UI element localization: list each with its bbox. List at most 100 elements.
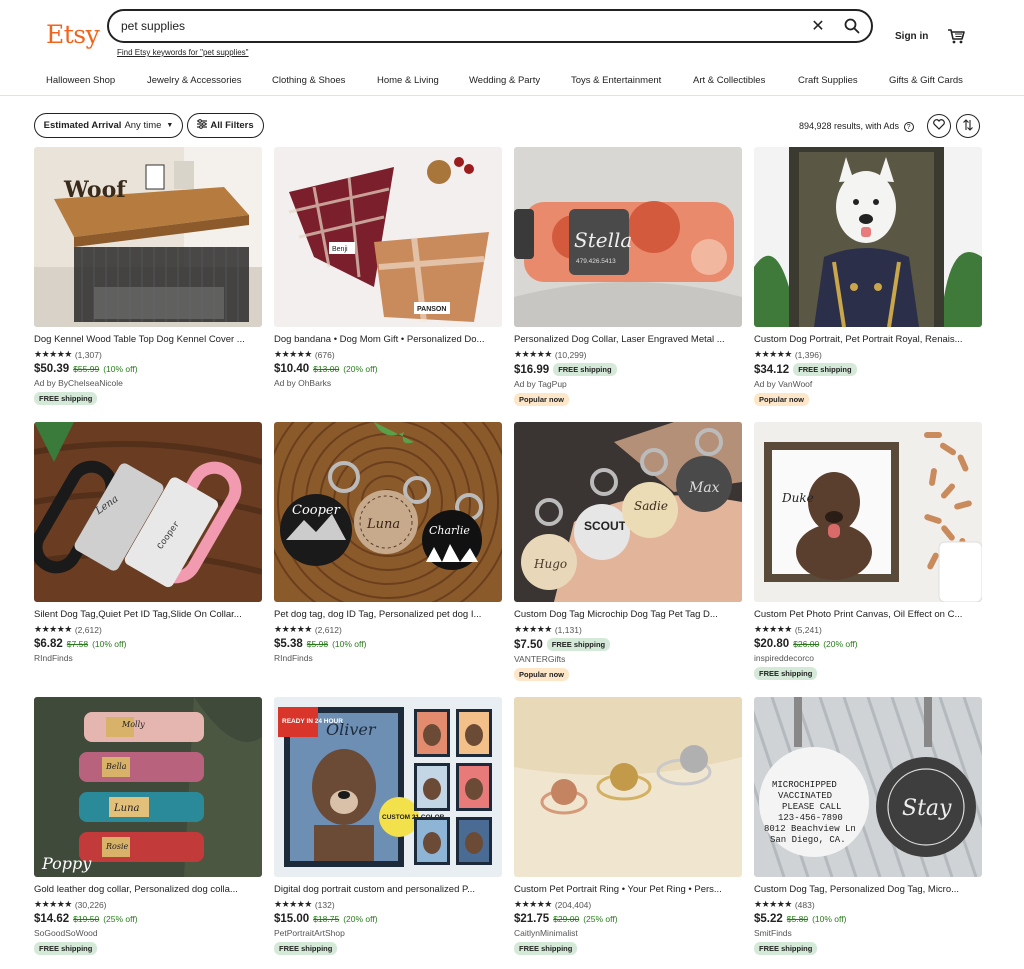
seller-name[interactable]: SmitFinds xyxy=(754,928,982,938)
estimated-arrival-button[interactable]: Estimated Arrival Any time ▼ xyxy=(34,113,183,138)
listing-card[interactable]: Hugo SCOUT Sadie Max Custom Dog Tag Microch… xyxy=(514,422,742,681)
svg-text:PLEASE CALL: PLEASE CALL xyxy=(782,802,841,812)
listing-image[interactable]: Cooper Luna Charlie xyxy=(274,422,502,602)
listing-image[interactable]: Hugo SCOUT Sadie Max xyxy=(514,422,742,602)
keyword-suggest-link[interactable]: Find Etsy keywords for "pet supplies" xyxy=(117,48,249,57)
listing-price: $34.12 xyxy=(754,363,790,376)
listing-card[interactable]: Woof Dog Kennel Wood Table Top Dog Kenne… xyxy=(34,147,262,405)
listing-image[interactable]: Molly Bella Luna Rosie Poppy xyxy=(34,697,262,877)
star-rating-icon: ★★★★★ xyxy=(514,899,552,909)
nav-clothing[interactable]: Clothing & Shoes xyxy=(272,75,345,86)
original-price: $13.00 xyxy=(313,364,340,374)
listing-card[interactable]: Custom Dog Portrait, Pet Portrait Royal,… xyxy=(754,147,982,406)
badge-line: FREE shipping xyxy=(34,392,262,405)
listing-image[interactable]: Duke xyxy=(754,422,982,602)
nav-art[interactable]: Art & Collectibles xyxy=(693,75,765,86)
search-input[interactable] xyxy=(121,19,803,33)
results-count: 894,928 results, with Ads ? xyxy=(799,121,914,132)
listing-image[interactable]: MICROCHIPPED VACCINATED PLEASE CALL 123-456… xyxy=(754,697,982,877)
nav-craft[interactable]: Craft Supplies xyxy=(798,75,858,86)
star-rating-icon: ★★★★★ xyxy=(34,624,72,634)
seller-name[interactable]: VANTERGifts xyxy=(514,654,742,664)
all-filters-button[interactable]: All Filters xyxy=(187,113,264,138)
nav-gifts[interactable]: Gifts & Gift Cards xyxy=(889,75,963,86)
review-count: (1,131) xyxy=(554,624,582,635)
seller-name[interactable]: SoGoodSoWood xyxy=(34,928,262,938)
etsy-logo[interactable]: Etsy xyxy=(46,20,100,49)
listing-title[interactable]: Digital dog portrait custom and personal… xyxy=(274,884,502,895)
listing-title[interactable]: Gold leather dog collar, Personalized do… xyxy=(34,884,262,895)
badge-line xyxy=(274,392,502,404)
star-rating-icon: ★★★★★ xyxy=(754,349,792,359)
nav-home-living[interactable]: Home & Living xyxy=(377,75,439,86)
nav-jewelry[interactable]: Jewelry & Accessories xyxy=(147,75,242,86)
listing-card[interactable]: Stella 479.426.5413 Personalized Dog Coll… xyxy=(514,147,742,406)
seller-name[interactable]: inspireddecorco xyxy=(754,653,982,663)
original-price: $55.99 xyxy=(73,364,100,374)
listing-image[interactable]: Oliver READY IN 24 HOUR CUSTOM 21 COLOR xyxy=(274,697,502,877)
discount-percent: (20% off) xyxy=(343,364,378,374)
listing-title[interactable]: Pet dog tag, dog ID Tag, Personalized pe… xyxy=(274,609,502,620)
seller-name[interactable]: Ad by ByChelseaNicole xyxy=(34,378,262,388)
listing-card[interactable]: MICROCHIPPED VACCINATED PLEASE CALL 123-456… xyxy=(754,697,982,955)
listing-card[interactable]: Benji PANSON Dog bandana • Dog Mom Gift •… xyxy=(274,147,502,404)
nav-halloween-shop[interactable]: Halloween Shop xyxy=(46,75,115,86)
sort-button[interactable] xyxy=(956,114,980,138)
listing-title[interactable]: Custom Pet Portrait Ring • Your Pet Ring… xyxy=(514,884,742,895)
clear-search-icon[interactable]: ✕ xyxy=(803,11,833,41)
nav-wedding[interactable]: Wedding & Party xyxy=(469,75,540,86)
nav-toys[interactable]: Toys & Entertainment xyxy=(571,75,661,86)
listing-card[interactable]: Molly Bella Luna Rosie Poppy Gold leather do… xyxy=(34,697,262,955)
search-bar[interactable]: ✕ xyxy=(107,9,873,43)
info-icon[interactable]: ? xyxy=(903,122,914,132)
listing-image[interactable] xyxy=(754,147,982,327)
listing-rating: ★★★★★ (1,131) xyxy=(514,624,742,635)
seller-name[interactable]: Ad by VanWoof xyxy=(754,379,982,389)
svg-text:Sadie: Sadie xyxy=(634,499,668,513)
discount-percent: (10% off) xyxy=(812,914,847,924)
listing-title[interactable]: Custom Dog Portrait, Pet Portrait Royal,… xyxy=(754,334,982,345)
listing-card[interactable]: Duke Custom Pet Photo Print Canvas, Oil … xyxy=(754,422,982,680)
search-icon[interactable] xyxy=(833,11,871,41)
svg-text:Bella: Bella xyxy=(105,762,127,771)
seller-name[interactable]: RIndFinds xyxy=(34,653,262,663)
listing-image[interactable] xyxy=(514,697,742,877)
listing-title[interactable]: Dog Kennel Wood Table Top Dog Kennel Cov… xyxy=(34,334,262,345)
sign-in-link[interactable]: Sign in xyxy=(895,31,928,42)
listing-image[interactable]: Lena Cooper xyxy=(34,422,262,602)
listing-image[interactable]: Stella 479.426.5413 xyxy=(514,147,742,327)
seller-name[interactable]: CaitlynMinimalist xyxy=(514,928,742,938)
seller-name[interactable]: Ad by TagPup xyxy=(514,379,742,389)
listing-title[interactable]: Custom Dog Tag, Personalized Dog Tag, Mi… xyxy=(754,884,982,895)
price-row: $20.80 $26.00 (20% off) xyxy=(754,638,982,650)
listing-image[interactable]: Benji PANSON xyxy=(274,147,502,327)
listing-title[interactable]: Silent Dog Tag,Quiet Pet ID Tag,Slide On… xyxy=(34,609,262,620)
price-row: $34.12 FREE shipping xyxy=(754,363,982,376)
listing-title[interactable]: Custom Pet Photo Print Canvas, Oil Effec… xyxy=(754,609,982,620)
price-row: $5.22 $5.80 (10% off) xyxy=(754,913,982,925)
review-count: (132) xyxy=(314,899,335,910)
listing-title[interactable]: Personalized Dog Collar, Laser Engraved … xyxy=(514,334,742,345)
cart-icon[interactable] xyxy=(946,26,966,46)
free-shipping-badge: FREE shipping xyxy=(514,942,578,955)
svg-text:READY IN 24 HOUR: READY IN 24 HOUR xyxy=(282,718,343,725)
seller-name[interactable]: RIndFinds xyxy=(274,653,502,663)
listing-title[interactable]: Custom Dog Tag Microchip Dog Tag Pet Tag… xyxy=(514,609,742,620)
all-filters-label: All Filters xyxy=(210,120,254,131)
listing-card[interactable]: Oliver READY IN 24 HOUR CUSTOM 21 COLOR Di… xyxy=(274,697,502,955)
listing-price: $5.22 xyxy=(754,913,783,925)
listing-card[interactable]: Custom Pet Portrait Ring • Your Pet Ring… xyxy=(514,697,742,955)
original-price: $5.98 xyxy=(306,639,329,649)
listing-rating: ★★★★★ (2,612) xyxy=(274,624,502,635)
original-price: $19.50 xyxy=(73,914,100,924)
seller-name[interactable]: Ad by OhBarks xyxy=(274,378,502,388)
sort-icon xyxy=(962,118,974,134)
star-rating-icon: ★★★★★ xyxy=(754,899,792,909)
svg-text:PANSON: PANSON xyxy=(417,306,446,313)
favorite-search-button[interactable] xyxy=(927,114,951,138)
listing-image[interactable]: Woof xyxy=(34,147,262,327)
seller-name[interactable]: PetPortraitArtShop xyxy=(274,928,502,938)
listing-card[interactable]: Lena Cooper Silent Dog Tag,Quiet Pet ID T… xyxy=(34,422,262,679)
listing-title[interactable]: Dog bandana • Dog Mom Gift • Personalize… xyxy=(274,334,502,345)
listing-card[interactable]: Cooper Luna Charlie Pet dog tag, dog ID Ta… xyxy=(274,422,502,679)
